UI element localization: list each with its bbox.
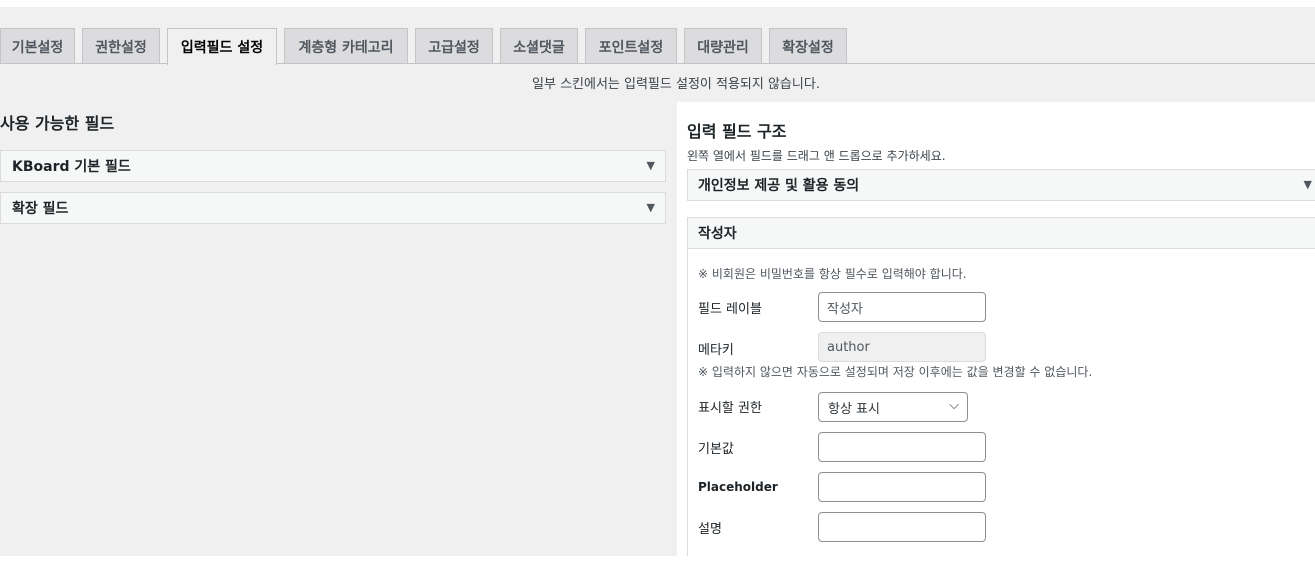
tab-permission[interactable]: 권한설정 bbox=[82, 28, 160, 64]
field-structure-title: 입력 필드 구조 bbox=[687, 122, 787, 141]
permission-select[interactable]: 항상 표시 ⌵ bbox=[818, 392, 968, 422]
tab-basic[interactable]: 기본설정 bbox=[0, 28, 75, 64]
tab-category[interactable]: 계층형 카테고리 bbox=[284, 28, 408, 64]
author-section-header[interactable]: 작성자 bbox=[688, 218, 1315, 249]
accordion-label: 확장 필드 bbox=[12, 201, 69, 217]
page: 기본설정 권한설정 입력필드 설정 계층형 카테고리 고급설정 소셜댓글 포인트… bbox=[0, 0, 1315, 566]
accordion-label: KBoard 기본 필드 bbox=[12, 159, 131, 175]
meta-key-input bbox=[818, 332, 986, 362]
triangle-down-icon: ▼ bbox=[646, 201, 655, 214]
tab-input-fields[interactable]: 입력필드 설정 bbox=[167, 28, 277, 65]
permission-label: 표시할 권한 bbox=[698, 401, 762, 416]
description-input[interactable] bbox=[818, 512, 986, 542]
author-section: 작성자 ※ 비회원은 비밀번호를 항상 필수로 입력해야 합니다. 필드 레이블… bbox=[687, 217, 1315, 558]
section-label: 개인정보 제공 및 활용 동의 bbox=[698, 178, 860, 194]
permission-selected-value: 항상 표시 bbox=[828, 401, 880, 417]
extended-fields-accordion[interactable]: 확장 필드 ▼ bbox=[0, 192, 666, 224]
field-structure-hint: 왼쪽 열에서 필드를 드래그 앤 드롭으로 추가하세요. bbox=[687, 149, 946, 163]
kboard-basic-fields-accordion[interactable]: KBoard 기본 필드 ▼ bbox=[0, 150, 666, 182]
field-label-input[interactable] bbox=[818, 292, 986, 322]
available-fields-title: 사용 가능한 필드 bbox=[0, 114, 115, 133]
tab-bar: 기본설정 권한설정 입력필드 설정 계층형 카테고리 고급설정 소셜댓글 포인트… bbox=[0, 28, 1315, 65]
top-strip bbox=[0, 0, 1315, 7]
password-note: ※ 비회원은 비밀번호를 항상 필수로 입력해야 합니다. bbox=[698, 267, 967, 281]
privacy-consent-header[interactable]: 개인정보 제공 및 활용 동의 ▼ bbox=[688, 170, 1315, 200]
chevron-down-icon: ⌵ bbox=[949, 398, 959, 413]
default-value-label: 기본값 bbox=[698, 442, 734, 457]
tab-advanced[interactable]: 고급설정 bbox=[415, 28, 493, 64]
privacy-consent-section[interactable]: 개인정보 제공 및 활용 동의 ▼ bbox=[687, 169, 1315, 201]
meta-key-note: ※ 입력하지 않으면 자동으로 설정되며 저장 이후에는 값을 변경할 수 없습… bbox=[698, 365, 1093, 379]
tab-social-comment[interactable]: 소셜댓글 bbox=[500, 28, 578, 64]
tab-extension[interactable]: 확장설정 bbox=[769, 28, 847, 64]
triangle-down-icon: ▼ bbox=[1303, 178, 1312, 191]
placeholder-input[interactable] bbox=[818, 472, 986, 502]
field-label-label: 필드 레이블 bbox=[698, 302, 762, 317]
default-value-input[interactable] bbox=[818, 432, 986, 462]
tab-bulk[interactable]: 대량관리 bbox=[684, 28, 762, 64]
section-label: 작성자 bbox=[698, 226, 737, 242]
tab-points[interactable]: 포인트설정 bbox=[585, 28, 677, 64]
meta-key-label: 메타키 bbox=[698, 343, 734, 358]
bottom-strip bbox=[0, 556, 1315, 566]
placeholder-label: Placeholder bbox=[698, 480, 778, 494]
settings-area: 기본설정 권한설정 입력필드 설정 계층형 카테고리 고급설정 소셜댓글 포인트… bbox=[0, 7, 1315, 563]
field-structure-panel: 입력 필드 구조 왼쪽 열에서 필드를 드래그 앤 드롭으로 추가하세요. 개인… bbox=[677, 102, 1315, 563]
triangle-down-icon: ▼ bbox=[646, 159, 655, 172]
skin-notice: 일부 스킨에서는 입력필드 설정이 적용되지 않습니다. bbox=[532, 77, 820, 92]
description-label: 설명 bbox=[698, 522, 722, 537]
